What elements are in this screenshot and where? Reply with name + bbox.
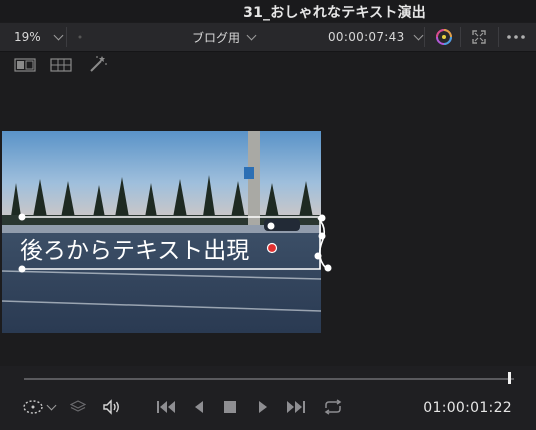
skip-to-end-icon <box>287 401 305 413</box>
divider <box>460 27 461 47</box>
window-title: 31_おしゃれなテキスト演出 <box>243 5 426 21</box>
skip-to-start-icon <box>157 401 175 413</box>
viewer-tools-bar <box>0 52 536 78</box>
transform-box-right-edge[interactable] <box>310 208 336 278</box>
go-to-start-button[interactable] <box>156 396 178 418</box>
source-timecode: 00:00:07:43 <box>328 30 405 44</box>
timecode-dropdown[interactable]: 00:00:07:43 <box>328 23 423 51</box>
go-to-end-button[interactable] <box>284 396 306 418</box>
color-wheel-icon <box>436 29 452 45</box>
transform-overlay-icon <box>23 400 43 414</box>
zoom-dropdown[interactable]: 19% <box>14 23 64 51</box>
stop-icon <box>224 401 236 413</box>
viewer-overlay-dropdown[interactable] <box>22 396 57 418</box>
divider <box>66 27 67 47</box>
play-button[interactable] <box>256 396 270 418</box>
timeline-dropdown[interactable]: ブログ用 <box>192 23 257 51</box>
scrub-bar[interactable] <box>24 378 514 380</box>
more-options-button[interactable] <box>506 23 526 51</box>
split-view-button[interactable] <box>14 57 36 76</box>
video-frame: 後ろからテキスト出現 <box>2 131 321 333</box>
zoom-value: 19% <box>14 30 41 44</box>
fullscreen-icon <box>472 30 486 44</box>
viewer-toolbar: 19% ブログ用 00:00:07:43 <box>0 23 536 52</box>
resize-handle[interactable] <box>318 232 326 240</box>
stop-button[interactable] <box>223 396 237 418</box>
ellipsis-icon <box>507 35 525 39</box>
current-timecode: 01:00:01:22 <box>423 400 512 416</box>
divider <box>424 27 425 47</box>
play-reverse-button[interactable] <box>192 396 206 418</box>
chevron-down-icon <box>46 400 57 410</box>
playhead[interactable] <box>508 372 512 384</box>
transport-bar: 01:00:01:22 <box>0 366 536 430</box>
resize-handle[interactable] <box>18 213 26 221</box>
speaker-icon <box>103 399 119 415</box>
dot-icon <box>78 35 82 39</box>
resize-handle[interactable] <box>324 264 332 272</box>
loop-button[interactable] <box>322 396 344 418</box>
magic-wand-icon <box>90 56 107 72</box>
layers-icon <box>70 400 86 412</box>
chevron-down-icon <box>246 30 257 40</box>
dot-indicator <box>78 23 82 51</box>
split-view-icon <box>14 58 36 72</box>
chevron-down-icon <box>413 30 423 40</box>
audio-button[interactable] <box>102 396 122 418</box>
overlay-text: 後ろからテキスト出現 <box>20 238 249 264</box>
grid-icon <box>50 58 72 72</box>
fullscreen-button[interactable] <box>472 23 486 51</box>
resize-handle[interactable] <box>318 214 326 222</box>
play-reverse-icon <box>195 401 203 413</box>
sign <box>244 167 254 179</box>
resize-handle[interactable] <box>314 252 322 260</box>
loop-icon <box>324 399 342 415</box>
resize-handle[interactable] <box>18 265 26 273</box>
viewer-canvas: 後ろからテキスト出現 <box>0 78 536 366</box>
play-icon <box>259 401 267 413</box>
timeline-name: ブログ用 <box>192 30 241 45</box>
layers-button[interactable] <box>70 396 86 418</box>
video-preview: 後ろからテキスト出現 <box>2 131 321 333</box>
magic-mask-button[interactable] <box>88 55 108 77</box>
divider <box>498 27 499 47</box>
grid-view-button[interactable] <box>50 57 72 76</box>
anchor-point-handle[interactable] <box>266 242 278 254</box>
chevron-down-icon <box>53 30 64 40</box>
resize-handle[interactable] <box>267 222 275 230</box>
title-bar: 31_おしゃれなテキスト演出 <box>0 0 536 22</box>
color-effects-button[interactable] <box>434 23 454 51</box>
